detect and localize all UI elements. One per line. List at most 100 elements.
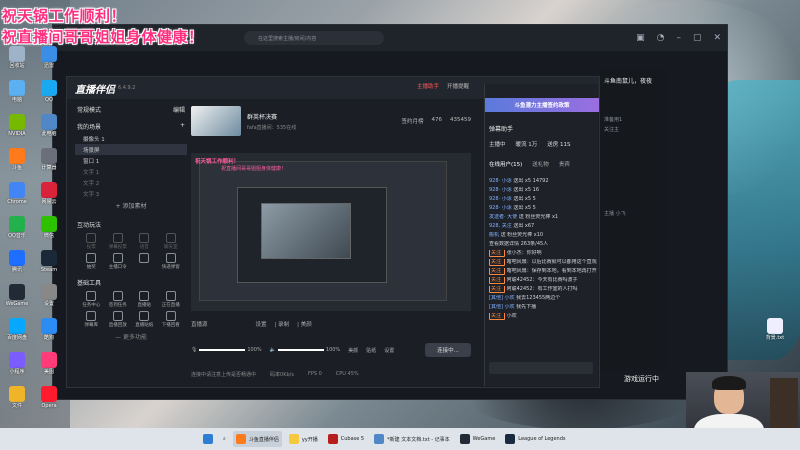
basic-tool[interactable]: 正在直播 [159, 291, 184, 308]
danmu-user[interactable]: 关注 [489, 268, 505, 275]
speaker-slider[interactable]: 🔈 100% [270, 347, 341, 353]
edit-button[interactable]: 编辑 [173, 105, 185, 114]
scene-item[interactable]: 文字 3 [75, 188, 187, 199]
danmu-user[interactable]: 关注 [489, 259, 505, 266]
danmu-text: 阿聪42452：今天有比赛吗波子 [506, 277, 578, 283]
danmu-user[interactable]: 搬机 [489, 232, 501, 238]
danmu-tab[interactable]: 在线用户(15) [489, 160, 522, 168]
interact-tool[interactable] [132, 253, 157, 270]
go-live-button[interactable]: 连接中... [425, 343, 471, 357]
beauty-button[interactable]: 美颜 [348, 347, 358, 354]
scene-item[interactable]: 场景屏 [75, 144, 187, 155]
taskbar-item[interactable]: League of Legends [502, 431, 568, 447]
basic-tool[interactable]: 直播回放 [106, 311, 131, 328]
desktop-icon[interactable]: Chrome [2, 182, 32, 205]
danmu-user[interactable]: 关注 [489, 313, 505, 320]
basic-tool[interactable]: 签到任务 [106, 291, 131, 308]
desktop-icon[interactable]: 小程序 [2, 352, 32, 375]
search-icon[interactable]: ⌕ [220, 431, 229, 447]
desktop-icon[interactable]: 微信 [34, 216, 64, 239]
signing-banner[interactable]: 斗鱼潜力主播签约政策 [485, 98, 599, 112]
taskbar-item[interactable]: *新建 文本文档.txt - 记事本 [371, 431, 453, 447]
interact-tool[interactable]: 快递弹窗 [159, 253, 184, 270]
desktop-icon[interactable]: Steam [34, 250, 64, 273]
calendar-icon[interactable]: ▣ [636, 33, 645, 43]
desktop-icon[interactable]: 设置 [34, 284, 64, 307]
room-cover[interactable] [191, 106, 241, 136]
desktop-icon[interactable]: NVIDIA [2, 114, 32, 137]
danmu-user[interactable]: 928· 小泳 [489, 187, 513, 193]
danmu-user[interactable]: [其他] 小欢 [489, 304, 516, 310]
taskbar-item[interactable]: WeGame [457, 431, 499, 447]
live-helper-button[interactable]: 主播助手 [417, 82, 439, 90]
add-source-button[interactable]: + 添加素材 [75, 199, 187, 212]
taskbar-item[interactable]: yy开播 [286, 431, 321, 447]
interact-tool[interactable]: 聊天室 [159, 233, 184, 250]
danmu-user[interactable]: 发送者· 大使 [489, 214, 519, 220]
desktop-icon[interactable]: 文件 [2, 386, 32, 409]
basic-tool[interactable]: 下播回看 [159, 311, 184, 328]
basic-tool[interactable]: 弹幕库 [79, 311, 104, 328]
record-tab[interactable]: | 录制 [275, 320, 290, 328]
interact-tool[interactable]: 主播口令 [106, 253, 131, 270]
danmu-tab[interactable]: 贵宾 [559, 160, 570, 168]
settings-tab[interactable]: 设置 [256, 320, 267, 328]
desktop-icon-file[interactable]: 背景.txt [760, 318, 790, 341]
user-icon[interactable]: ◔ [657, 33, 665, 43]
basic-tool[interactable]: 直播贴 [132, 291, 157, 308]
danmu-user[interactable]: 关注 [489, 250, 505, 257]
scene-item[interactable]: 文字 2 [75, 177, 187, 188]
interact-tool[interactable]: 语音 [132, 233, 157, 250]
desktop-icon[interactable]: 计算器 [34, 148, 64, 171]
desktop-icon[interactable]: QQ [34, 80, 64, 103]
desktop-icon[interactable]: 斗鱼 [2, 148, 32, 171]
desktop-icon[interactable]: WeGame [2, 284, 32, 307]
taskbar-item[interactable]: Cubase 5 [325, 431, 367, 447]
desktop-icon[interactable]: 此电脑 [34, 114, 64, 137]
desktop-icon[interactable]: Opera [34, 386, 64, 409]
desktop-icon[interactable]: 网易云 [34, 182, 64, 205]
desktop-icon[interactable]: 回收站 [2, 46, 32, 69]
close-icon[interactable]: ✕ [713, 33, 721, 43]
settings-button[interactable]: 设置 [384, 347, 394, 354]
open-notice-button[interactable]: 开播提醒 [447, 82, 469, 90]
danmu-user[interactable]: 928, 关注 [489, 223, 513, 229]
add-scene-icon[interactable]: + [180, 122, 185, 131]
desktop-icon[interactable]: 迅雷 [34, 46, 64, 69]
danmu-user[interactable]: 928· 小泳 [489, 196, 513, 202]
taskbar-item[interactable]: 斗鱼直播伴侣 [232, 431, 282, 447]
danmu-tab[interactable]: 送礼物 [532, 160, 549, 168]
desktop-icon[interactable]: 酷狗 [34, 318, 64, 341]
maximize-icon[interactable]: ▢ [693, 33, 702, 43]
basic-tool[interactable]: 任务中心 [79, 291, 104, 308]
stream-preview[interactable]: 祝天锅工作顺利！ 祝直播间哥哥姐姐身体健康！ [191, 153, 471, 311]
desktop-icon[interactable]: 百度网盘 [2, 318, 32, 341]
danmu-user[interactable]: [其他] 小欢 [489, 295, 516, 301]
scene-item[interactable]: 窗口 1 [75, 155, 187, 166]
desktop-icon[interactable]: 电脑 [2, 80, 32, 103]
interact-tool[interactable]: 弹幕投票 [106, 233, 131, 250]
browser-search-input[interactable]: 在这里搜索主播/房间/内容 [244, 31, 384, 45]
desktop-icon[interactable]: 美图 [34, 352, 64, 375]
start-icon[interactable] [200, 431, 216, 447]
danmu-user[interactable]: 928· 小泳 [489, 205, 513, 211]
rank-stat[interactable]: 签约月榜 [401, 117, 423, 125]
minimize-icon[interactable]: – [676, 33, 681, 43]
sticker-button[interactable]: 贴纸 [366, 347, 376, 354]
interact-tool[interactable]: 投票 [79, 233, 104, 250]
effects-tab[interactable]: | 美颜 [297, 320, 312, 328]
danmu-user[interactable]: 928· 小泳 [489, 178, 513, 184]
scene-item[interactable]: 摄像头 1 [75, 133, 187, 144]
source-label[interactable]: 直播源 [191, 320, 208, 328]
mic-slider[interactable]: 🎙 100% [191, 347, 262, 353]
interact-tool[interactable]: 抽奖 [79, 253, 104, 270]
danmu-user[interactable]: 关注 [489, 286, 505, 293]
basic-tool[interactable]: 直播贴纸 [132, 311, 157, 328]
scene-item[interactable]: 文字 1 [75, 166, 187, 177]
more-functions-button[interactable]: — 更多功能 [75, 330, 187, 343]
mode-select[interactable]: 常规模式 [77, 105, 101, 114]
desktop-icon[interactable]: 腾讯 [2, 250, 32, 273]
desktop-icon[interactable]: QQ音乐 [2, 216, 32, 239]
danmu-user[interactable]: 关注 [489, 277, 505, 284]
danmu-input[interactable] [489, 362, 593, 374]
